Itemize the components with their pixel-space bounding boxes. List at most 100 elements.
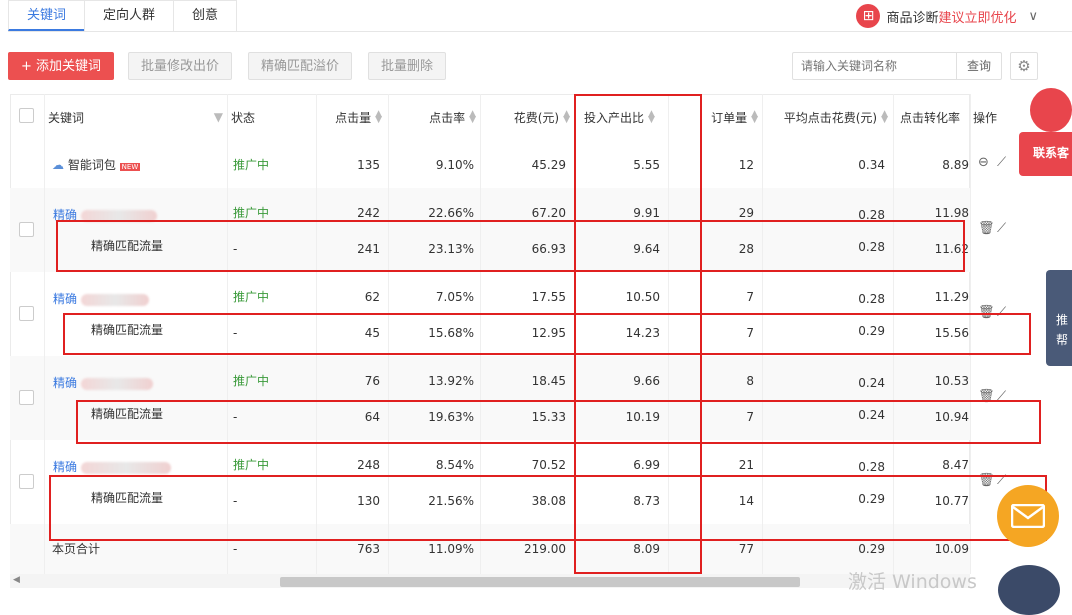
search-input[interactable]: [793, 59, 953, 73]
toolbar: + 添加关键词 批量修改出价 精确匹配溢价 批量删除 查询 ⚙: [8, 52, 1038, 80]
keyword-name[interactable]: 精确: [53, 208, 157, 222]
product-diagnosis[interactable]: ⊞ 商品诊断 建议立即优化 ∨: [856, 4, 1038, 28]
ctr-value: 21.56%: [428, 494, 474, 508]
col-divider: [227, 94, 228, 574]
tab-creative[interactable]: 创意: [173, 0, 238, 31]
mail-icon[interactable]: [997, 485, 1059, 547]
keyword-name: 智能词包: [67, 158, 116, 172]
col-cost[interactable]: 花费(元) ▲ ▼: [484, 94, 570, 140]
exact-premium-button[interactable]: 精确匹配溢价: [248, 52, 353, 80]
clicks-value: 242: [357, 206, 380, 220]
chevron-down-icon[interactable]: ∨: [1028, 9, 1038, 24]
sort-icon: ▲ ▼: [375, 109, 382, 125]
scroll-left-icon[interactable]: ◀: [13, 575, 20, 585]
scrollbar-thumb[interactable]: [280, 577, 800, 587]
filter-icon[interactable]: ▼: [214, 110, 223, 124]
sort-icon: ▲ ▼: [751, 109, 758, 125]
col-cost-label: 花费(元): [513, 110, 560, 125]
chat-icon[interactable]: [998, 565, 1060, 615]
status-text: 推广中: [233, 458, 270, 472]
keyword-search: 查询: [792, 52, 1002, 80]
col-divider: [44, 94, 45, 574]
col-divider: [316, 94, 317, 574]
help-panel-tab[interactable]: 推 帮: [1046, 270, 1072, 366]
cpc-value: 0.28: [858, 460, 885, 474]
col-ctr[interactable]: 点击率 ▲ ▼: [392, 94, 476, 140]
col-keyword[interactable]: 关键词 ▼: [48, 94, 223, 140]
roi-value: 8.73: [633, 494, 660, 508]
orders-value: 7: [746, 290, 754, 304]
batch-price-button[interactable]: 批量修改出价: [128, 52, 233, 80]
col-roi[interactable]: 投入产出比 ▲ ▼: [584, 94, 664, 140]
col-orders-label: 订单量: [711, 110, 748, 125]
match-type-label: 精确: [53, 376, 78, 390]
keyword-name[interactable]: 精确: [53, 460, 171, 474]
clicks-value: 248: [357, 458, 380, 472]
diagnosis-link[interactable]: 建议立即优化: [938, 7, 1016, 26]
roi-value: 10.50: [625, 290, 660, 304]
status-text: -: [233, 326, 238, 340]
col-ctr-label: 点击率: [429, 110, 466, 125]
trash-icon[interactable]: 🗑: [978, 389, 995, 404]
roi-value: 9.66: [633, 374, 660, 388]
ctr-value: 13.92%: [428, 374, 474, 388]
help-label-b: 帮: [1056, 333, 1069, 347]
tab-audience[interactable]: 定向人群: [84, 0, 175, 31]
clicks-value: 763: [357, 542, 380, 556]
roi-value: 5.55: [633, 158, 660, 172]
cost-value: 67.20: [531, 206, 566, 220]
col-divider: [893, 94, 894, 574]
trend-chart-icon[interactable]: ⟋: [997, 305, 1006, 320]
orders-value: 8: [746, 374, 754, 388]
keyword-name[interactable]: 精确: [53, 376, 153, 390]
keyword-package[interactable]: ☁ 智能词包 NEW: [52, 158, 141, 174]
cloud-icon: ☁: [52, 158, 64, 172]
cpc-value: 0.34: [858, 158, 885, 172]
total-label: 本页合计: [52, 542, 101, 556]
roi-value: 14.23: [625, 326, 660, 340]
trash-icon[interactable]: 🗑: [978, 305, 995, 320]
gear-icon[interactable]: ⚙: [1010, 52, 1038, 80]
ctr-value: 23.13%: [428, 242, 474, 256]
row-checkbox[interactable]: [19, 222, 34, 237]
row-bg-1: [10, 188, 970, 272]
orders-value: 29: [738, 206, 754, 220]
roi-value: 9.64: [633, 242, 660, 256]
trend-chart-icon[interactable]: ⟋: [997, 221, 1006, 236]
ctr-value: 22.66%: [428, 206, 474, 220]
row-checkbox[interactable]: [19, 474, 34, 489]
trend-chart-icon[interactable]: ⟋: [997, 473, 1006, 488]
col-ops: 操作: [973, 110, 998, 125]
row-checkbox[interactable]: [19, 390, 34, 405]
select-all-checkbox[interactable]: [19, 108, 34, 123]
cvr-value: 10.09: [934, 542, 969, 556]
trash-icon[interactable]: 🗑: [978, 221, 995, 236]
col-cvr[interactable]: 点击转化率: [900, 94, 968, 140]
mascot-icon[interactable]: [1030, 88, 1072, 132]
col-divider: [388, 94, 389, 574]
row-checkbox[interactable]: [19, 306, 34, 321]
cvr-value: 15.56: [934, 326, 969, 340]
roi-value: 8.09: [633, 542, 660, 556]
trend-chart-icon[interactable]: ⟋: [997, 389, 1006, 404]
status-text: 推广中: [233, 158, 270, 172]
tab-keywords[interactable]: 关键词: [8, 0, 86, 31]
horizontal-scrollbar[interactable]: ◀: [10, 574, 970, 588]
col-cpc[interactable]: 平均点击花费(元) ▲ ▼: [776, 94, 888, 140]
batch-delete-button[interactable]: 批量删除: [368, 52, 447, 80]
remove-icon[interactable]: ⊖: [978, 155, 989, 170]
col-divider: [574, 94, 575, 574]
col-clicks[interactable]: 点击量 ▲ ▼: [320, 94, 382, 140]
search-button[interactable]: 查询: [955, 53, 1001, 79]
col-orders[interactable]: 订单量 ▲ ▼: [690, 94, 758, 140]
contact-service-button[interactable]: 联系客: [1019, 132, 1072, 176]
trash-icon[interactable]: 🗑: [978, 473, 995, 488]
trend-chart-icon[interactable]: ⟋: [997, 155, 1006, 170]
clicks-value: 64: [364, 410, 380, 424]
cpc-value: 0.28: [858, 240, 885, 254]
ctr-value: 11.09%: [428, 542, 474, 556]
cpc-value: 0.28: [858, 292, 885, 306]
add-keyword-button[interactable]: + 添加关键词: [8, 52, 115, 80]
keyword-name[interactable]: 精确: [53, 292, 149, 306]
blurred-keyword: [80, 209, 157, 222]
